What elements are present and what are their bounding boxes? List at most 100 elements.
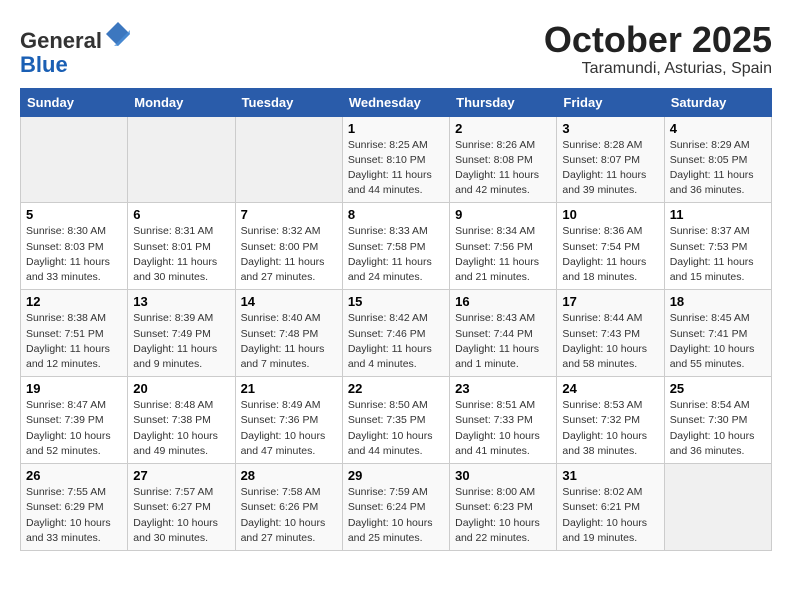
calendar-body: 1 Sunrise: 8:25 AM Sunset: 8:10 PM Daylig… — [21, 116, 772, 550]
day-info: Sunrise: 8:39 AM Sunset: 7:49 PM Dayligh… — [133, 311, 229, 372]
weekday-header-wednesday: Wednesday — [342, 88, 449, 116]
calendar-cell: 28Sunrise: 7:58 AM Sunset: 6:26 PM Dayli… — [235, 464, 342, 551]
day-number: 20 — [133, 381, 229, 396]
day-number: 17 — [562, 294, 658, 309]
day-number: 27 — [133, 468, 229, 483]
day-number: 1 — [348, 121, 444, 136]
calendar-cell: 6Sunrise: 8:31 AM Sunset: 8:01 PM Daylig… — [128, 203, 235, 290]
month-title: October 2025 — [544, 20, 772, 60]
day-info: Sunrise: 8:25 AM Sunset: 8:10 PM Dayligh… — [348, 138, 444, 199]
day-number: 16 — [455, 294, 551, 309]
day-info: Sunrise: 7:57 AM Sunset: 6:27 PM Dayligh… — [133, 485, 229, 546]
day-number: 19 — [26, 381, 122, 396]
calendar-cell: 18Sunrise: 8:45 AM Sunset: 7:41 PM Dayli… — [664, 290, 771, 377]
day-info: Sunrise: 8:54 AM Sunset: 7:30 PM Dayligh… — [670, 398, 766, 459]
day-info: Sunrise: 8:40 AM Sunset: 7:48 PM Dayligh… — [241, 311, 337, 372]
calendar-cell — [128, 116, 235, 203]
day-info: Sunrise: 8:44 AM Sunset: 7:43 PM Dayligh… — [562, 311, 658, 372]
calendar-cell: 13Sunrise: 8:39 AM Sunset: 7:49 PM Dayli… — [128, 290, 235, 377]
calendar-cell: 30 Sunrise: 8:00 AM Sunset: 6:23 PM Dayli… — [450, 464, 557, 551]
day-info: Sunrise: 8:00 AM Sunset: 6:23 PM Dayligh… — [455, 485, 551, 546]
day-number: 4 — [670, 121, 766, 136]
calendar-cell — [664, 464, 771, 551]
day-number: 22 — [348, 381, 444, 396]
calendar-cell: 3 Sunrise: 8:28 AM Sunset: 8:07 PM Daylig… — [557, 116, 664, 203]
day-number: 21 — [241, 381, 337, 396]
calendar-week-1: 1 Sunrise: 8:25 AM Sunset: 8:10 PM Daylig… — [21, 116, 772, 203]
calendar-cell: 15 Sunrise: 8:42 AM Sunset: 7:46 PM Dayli… — [342, 290, 449, 377]
day-number: 30 — [455, 468, 551, 483]
day-number: 12 — [26, 294, 122, 309]
calendar-cell — [235, 116, 342, 203]
day-info: Sunrise: 8:42 AM Sunset: 7:46 PM Dayligh… — [348, 311, 444, 372]
calendar-cell: 8 Sunrise: 8:33 AM Sunset: 7:58 PM Daylig… — [342, 203, 449, 290]
day-number: 10 — [562, 207, 658, 222]
logo-blue: Blue — [20, 52, 68, 77]
day-info: Sunrise: 7:55 AM Sunset: 6:29 PM Dayligh… — [26, 485, 122, 546]
weekday-header-thursday: Thursday — [450, 88, 557, 116]
calendar-week-3: 12Sunrise: 8:38 AM Sunset: 7:51 PM Dayli… — [21, 290, 772, 377]
weekday-header-saturday: Saturday — [664, 88, 771, 116]
day-number: 5 — [26, 207, 122, 222]
calendar-cell: 17 Sunrise: 8:44 AM Sunset: 7:43 PM Dayli… — [557, 290, 664, 377]
logo-icon — [104, 20, 132, 48]
day-info: Sunrise: 8:49 AM Sunset: 7:36 PM Dayligh… — [241, 398, 337, 459]
day-info: Sunrise: 8:31 AM Sunset: 8:01 PM Dayligh… — [133, 224, 229, 285]
calendar-cell: 16Sunrise: 8:43 AM Sunset: 7:44 PM Dayli… — [450, 290, 557, 377]
day-number: 15 — [348, 294, 444, 309]
weekday-header-sunday: Sunday — [21, 88, 128, 116]
day-info: Sunrise: 8:34 AM Sunset: 7:56 PM Dayligh… — [455, 224, 551, 285]
day-number: 14 — [241, 294, 337, 309]
day-info: Sunrise: 8:29 AM Sunset: 8:05 PM Dayligh… — [670, 138, 766, 199]
day-info: Sunrise: 8:45 AM Sunset: 7:41 PM Dayligh… — [670, 311, 766, 372]
day-info: Sunrise: 8:33 AM Sunset: 7:58 PM Dayligh… — [348, 224, 444, 285]
day-number: 11 — [670, 207, 766, 222]
calendar-cell: 9 Sunrise: 8:34 AM Sunset: 7:56 PM Daylig… — [450, 203, 557, 290]
calendar-cell: 26 Sunrise: 7:55 AM Sunset: 6:29 PM Dayli… — [21, 464, 128, 551]
day-number: 8 — [348, 207, 444, 222]
day-info: Sunrise: 7:59 AM Sunset: 6:24 PM Dayligh… — [348, 485, 444, 546]
calendar-cell: 27 Sunrise: 7:57 AM Sunset: 6:27 PM Dayli… — [128, 464, 235, 551]
calendar-cell: 31 Sunrise: 8:02 AM Sunset: 6:21 PM Dayli… — [557, 464, 664, 551]
day-number: 24 — [562, 381, 658, 396]
day-number: 9 — [455, 207, 551, 222]
day-info: Sunrise: 8:50 AM Sunset: 7:35 PM Dayligh… — [348, 398, 444, 459]
day-number: 31 — [562, 468, 658, 483]
day-info: Sunrise: 8:28 AM Sunset: 8:07 PM Dayligh… — [562, 138, 658, 199]
day-number: 26 — [26, 468, 122, 483]
day-info: Sunrise: 8:30 AM Sunset: 8:03 PM Dayligh… — [26, 224, 122, 285]
calendar-cell: 20 Sunrise: 8:48 AM Sunset: 7:38 PM Dayli… — [128, 377, 235, 464]
calendar-cell: 1 Sunrise: 8:25 AM Sunset: 8:10 PM Daylig… — [342, 116, 449, 203]
calendar-week-5: 26 Sunrise: 7:55 AM Sunset: 6:29 PM Dayli… — [21, 464, 772, 551]
weekday-header-tuesday: Tuesday — [235, 88, 342, 116]
day-info: Sunrise: 8:53 AM Sunset: 7:32 PM Dayligh… — [562, 398, 658, 459]
calendar-table: SundayMondayTuesdayWednesdayThursdayFrid… — [20, 88, 772, 551]
weekday-header-monday: Monday — [128, 88, 235, 116]
calendar-cell: 23 Sunrise: 8:51 AM Sunset: 7:33 PM Dayli… — [450, 377, 557, 464]
day-info: Sunrise: 8:48 AM Sunset: 7:38 PM Dayligh… — [133, 398, 229, 459]
calendar-cell: 29 Sunrise: 7:59 AM Sunset: 6:24 PM Dayli… — [342, 464, 449, 551]
logo-general: General — [20, 28, 102, 53]
day-number: 7 — [241, 207, 337, 222]
day-number: 29 — [348, 468, 444, 483]
day-number: 3 — [562, 121, 658, 136]
day-info: Sunrise: 8:36 AM Sunset: 7:54 PM Dayligh… — [562, 224, 658, 285]
weekday-header-row: SundayMondayTuesdayWednesdayThursdayFrid… — [21, 88, 772, 116]
calendar-cell: 12Sunrise: 8:38 AM Sunset: 7:51 PM Dayli… — [21, 290, 128, 377]
calendar-cell: 5 Sunrise: 8:30 AM Sunset: 8:03 PM Daylig… — [21, 203, 128, 290]
calendar-cell: 11Sunrise: 8:37 AM Sunset: 7:53 PM Dayli… — [664, 203, 771, 290]
day-number: 23 — [455, 381, 551, 396]
location: Taramundi, Asturias, Spain — [544, 60, 772, 78]
day-info: Sunrise: 8:02 AM Sunset: 6:21 PM Dayligh… — [562, 485, 658, 546]
calendar-cell: 19Sunrise: 8:47 AM Sunset: 7:39 PM Dayli… — [21, 377, 128, 464]
day-number: 2 — [455, 121, 551, 136]
calendar-cell: 10 Sunrise: 8:36 AM Sunset: 7:54 PM Dayli… — [557, 203, 664, 290]
calendar-cell: 25Sunrise: 8:54 AM Sunset: 7:30 PM Dayli… — [664, 377, 771, 464]
day-info: Sunrise: 8:26 AM Sunset: 8:08 PM Dayligh… — [455, 138, 551, 199]
weekday-header-friday: Friday — [557, 88, 664, 116]
calendar-week-4: 19Sunrise: 8:47 AM Sunset: 7:39 PM Dayli… — [21, 377, 772, 464]
calendar-cell: 21 Sunrise: 8:49 AM Sunset: 7:36 PM Dayli… — [235, 377, 342, 464]
day-info: Sunrise: 8:51 AM Sunset: 7:33 PM Dayligh… — [455, 398, 551, 459]
day-number: 28 — [241, 468, 337, 483]
calendar-cell: 24 Sunrise: 8:53 AM Sunset: 7:32 PM Dayli… — [557, 377, 664, 464]
